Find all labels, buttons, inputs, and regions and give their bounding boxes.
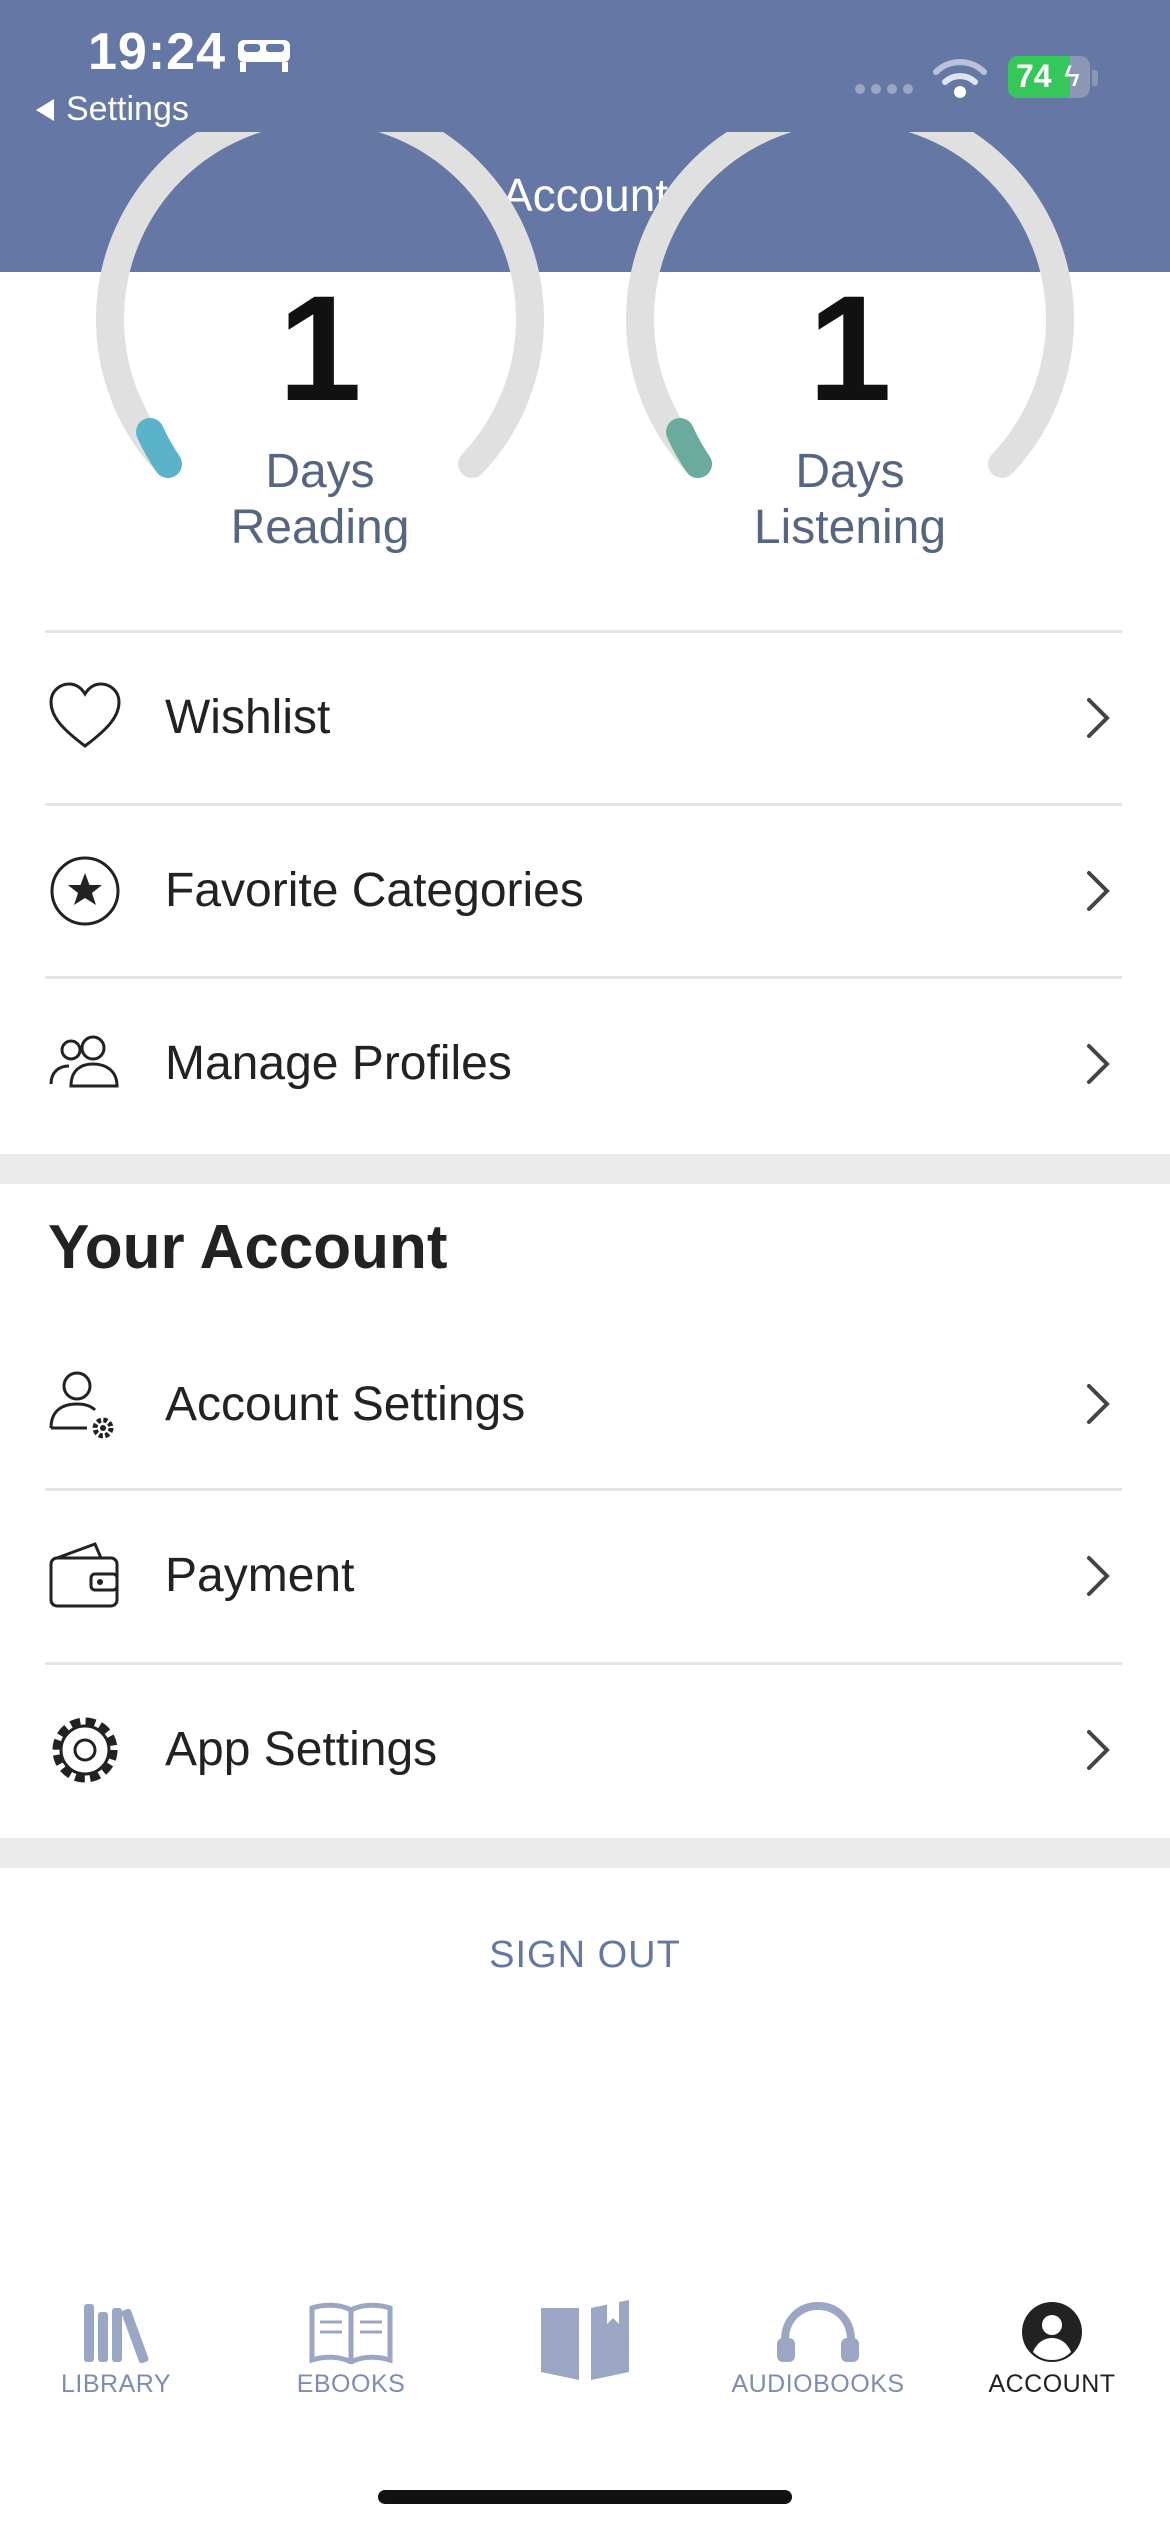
profiles-icon	[49, 1035, 119, 1087]
tab-audiobooks[interactable]: AUDIOBOOKS	[728, 2300, 908, 2420]
listening-days-label: Days Listening	[753, 445, 947, 554]
chevron-right-icon	[1087, 870, 1110, 911]
back-arrow-icon	[36, 98, 54, 121]
wishlist-row[interactable]: Wishlist	[45, 630, 1122, 802]
charging-icon: ϟ	[1064, 60, 1080, 93]
chevron-right-icon	[1087, 1555, 1110, 1596]
your-account-heading: Your Account	[48, 1213, 448, 1282]
star-circle-icon	[50, 856, 120, 925]
days-listening-gauge: 1 Days Listening	[620, 132, 1080, 592]
tab-account-label: ACCOUNT	[988, 2370, 1116, 2398]
payment-row[interactable]: Payment	[45, 1488, 1122, 1660]
battery-indicator: 74 ϟ	[1008, 56, 1090, 98]
tab-reading[interactable]	[495, 2300, 675, 2420]
cellular-signal-icon	[855, 84, 913, 94]
tab-audiobooks-label: AUDIOBOOKS	[731, 2370, 905, 2398]
heart-icon	[49, 681, 121, 748]
app-settings-row[interactable]: App Settings	[45, 1662, 1122, 1834]
wifi-icon	[933, 59, 987, 98]
favorite-categories-label: Favorite Categories	[165, 864, 584, 917]
tab-library-label: LIBRARY	[60, 2370, 172, 2398]
ebook-icon	[309, 2302, 393, 2364]
chevron-right-icon	[1087, 1384, 1110, 1424]
account-settings-label: Account Settings	[165, 1377, 526, 1431]
chevron-right-icon	[1087, 697, 1110, 738]
chevron-right-icon	[1087, 1043, 1110, 1084]
reading-days-count: 1	[278, 264, 362, 432]
tab-ebooks-label: EBOOKS	[296, 2370, 406, 2398]
user-gear-icon	[49, 1371, 114, 1439]
tab-account[interactable]: ACCOUNT	[962, 2300, 1142, 2420]
manage-profiles-row[interactable]: Manage Profiles	[45, 976, 1122, 1148]
tab-library[interactable]: LIBRARY	[26, 2300, 206, 2420]
wallet-icon	[49, 1541, 119, 1607]
back-to-settings-link[interactable]: Settings	[36, 90, 189, 129]
wishlist-label: Wishlist	[165, 691, 331, 744]
battery-level: 74	[1016, 58, 1052, 94]
sign-out-button[interactable]: SIGN OUT	[0, 1934, 1170, 1977]
gear-icon	[52, 1717, 118, 1782]
open-book-icon	[541, 2300, 629, 2380]
status-time: 19:24	[88, 23, 226, 81]
account-settings-row[interactable]: Account Settings	[45, 1318, 1122, 1490]
account-icon	[1022, 2302, 1082, 2362]
favorite-categories-row[interactable]: Favorite Categories	[45, 803, 1122, 975]
headphones-icon	[777, 2301, 859, 2362]
days-reading-gauge: 1 Days Reading	[90, 132, 550, 592]
back-label: Settings	[66, 90, 189, 128]
app-settings-label: App Settings	[165, 1723, 438, 1776]
home-indicator	[378, 2490, 792, 2504]
chevron-right-icon	[1087, 1729, 1110, 1770]
section-divider	[0, 1154, 1170, 1184]
listening-days-count: 1	[808, 264, 892, 432]
tab-ebooks[interactable]: EBOOKS	[261, 2300, 441, 2420]
manage-profiles-label: Manage Profiles	[165, 1037, 512, 1090]
bed-icon	[238, 40, 290, 72]
payment-label: Payment	[165, 1549, 355, 1602]
library-icon	[84, 2304, 149, 2364]
reading-days-label: Days Reading	[230, 445, 410, 554]
section-divider	[0, 1838, 1170, 1868]
